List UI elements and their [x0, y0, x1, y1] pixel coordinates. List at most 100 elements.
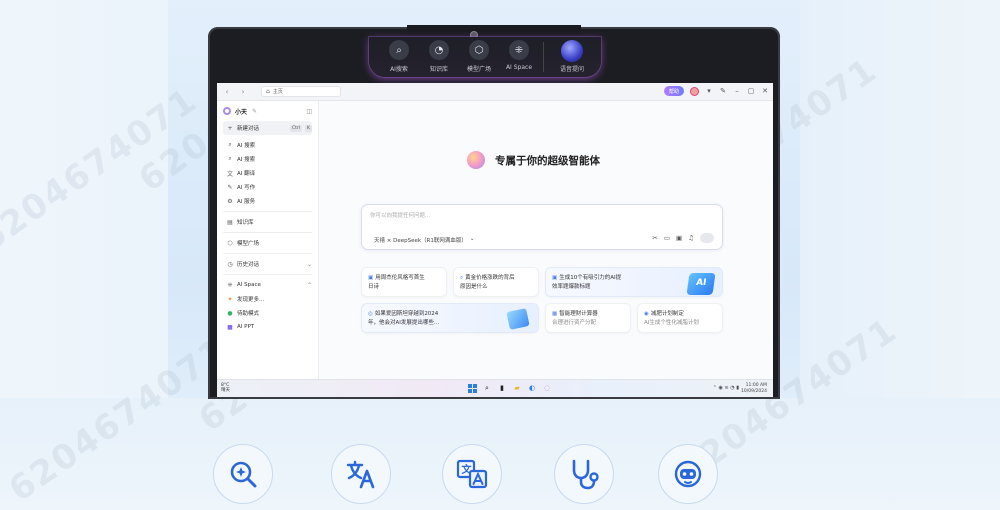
sidebar-item-model-square[interactable]: ⬡ 模型广场	[223, 236, 312, 250]
chevron-down-icon: ⌄	[306, 260, 312, 268]
chevron-down-icon[interactable]: ▾	[705, 87, 713, 95]
dynamic-separator	[543, 42, 544, 72]
dynamic-item-ai-search[interactable]: ⌕ AI搜索	[379, 40, 419, 73]
windows-taskbar: 8°C 晴天 ⌕ ▮ ▰ ◐ ◌ ⌃ ◉ ≋ ◔ ▮ 11:00 AM 10/0…	[217, 379, 773, 397]
window-titlebar: ‹ › ⌂ 主页 帮助 ▾ ✎ – ▢ ✕	[217, 83, 773, 101]
weather-widget[interactable]: 8°C 晴天	[221, 383, 230, 394]
dynamic-item-voice[interactable]: 语音提问	[550, 40, 594, 73]
sidebar: 小天 ✎ ◫ + 新建对话 Ctrl K ⌕ AI 搜索 ⌕ AI 搜索 文 A…	[217, 101, 319, 381]
avatar[interactable]	[690, 86, 699, 96]
sidebar-item-ai-write[interactable]: ✎ AI 写作	[223, 180, 312, 194]
suggestion-card-5[interactable]: ▦ 智能理财计算器 合理进行资产分配	[545, 303, 631, 333]
send-button[interactable]	[700, 233, 714, 243]
microphone-icon[interactable]: ♫	[688, 234, 694, 242]
image-icon[interactable]: ▣	[676, 234, 682, 242]
search-spark-icon: ⌕	[389, 40, 409, 60]
scissors-icon[interactable]: ✂	[652, 234, 657, 242]
sidebar-item-ai-search-1[interactable]: ⌕ AI 搜索	[223, 138, 312, 152]
edit-icon[interactable]: ✎	[252, 108, 257, 115]
forward-icon[interactable]: ›	[237, 88, 249, 96]
dynamic-ai-bar: ⌕ AI搜索 ◔ 知识库 ⬡ 模型广场 ⁜ AI Space 语音提问	[369, 37, 601, 77]
collapse-sidebar-icon[interactable]: ◫	[306, 108, 312, 115]
sidebar-divider	[223, 211, 312, 212]
sidebar-item-ai-space[interactable]: ⁜ AI Space ⌃	[223, 278, 312, 292]
suggestion-card-4[interactable]: ◎ 如果爱因斯坦穿越到2024 年，他会对AI发展提出哪些...	[361, 303, 539, 333]
dynamic-item-model-square[interactable]: ⬡ 模型广场	[459, 40, 499, 73]
sidebar-item-ai-translate[interactable]: 文 AI 翻译	[223, 166, 312, 180]
edge-browser-icon[interactable]: ◐	[527, 383, 537, 393]
feature-ai-assistant[interactable]	[658, 444, 718, 504]
pin-icon[interactable]: ✎	[719, 87, 727, 95]
robot-icon	[674, 460, 702, 488]
sidebar-divider	[223, 274, 312, 275]
help-button[interactable]: 帮助	[663, 86, 684, 96]
new-chat-button[interactable]: + 新建对话 Ctrl K	[223, 121, 312, 135]
sidebar-item-ai-service[interactable]: ⚙ AI 服务	[223, 194, 312, 208]
app-logo-icon	[223, 107, 231, 115]
minimize-icon[interactable]: –	[733, 87, 741, 95]
assistant-name: 小天	[235, 108, 248, 116]
chat-icon: ◎	[368, 311, 373, 317]
voice-orb-icon	[561, 40, 583, 62]
search-icon: ⌕	[228, 155, 232, 162]
system-tray[interactable]: ⌃ ◉ ≋ ◔ ▮	[713, 385, 739, 391]
chat-input-box[interactable]: 你可以向我提任何问题... 天禧 × DeepSeek（R1联网满血版） ⌄ ✂…	[361, 204, 723, 250]
laptop-screen: ‹ › ⌂ 主页 帮助 ▾ ✎ – ▢ ✕ 小天 ✎ ◫ + 新建对话 Ctrl…	[217, 83, 773, 397]
address-text: 主页	[272, 89, 283, 95]
search-icon[interactable]: ⌕	[482, 383, 492, 393]
suggestion-card-2[interactable]: ⌕ 黄金价格涨跌的背后 原因是什么	[453, 267, 539, 297]
sidebar-divider	[223, 232, 312, 233]
chevron-down-icon: ⌄	[469, 236, 475, 242]
assistant-orb-icon	[467, 151, 485, 169]
sidebar-item-knowledge[interactable]: ▤ 知识库	[223, 215, 312, 229]
suggestion-card-1[interactable]: ▣ 用周杰伦风格写首生 日诗	[361, 267, 447, 297]
plus-icon: +	[227, 124, 233, 132]
file-explorer-icon[interactable]: ▰	[512, 383, 522, 393]
back-icon[interactable]: ‹	[221, 88, 233, 96]
background-bottom-panel	[0, 398, 1000, 510]
book-icon: ▤	[227, 218, 233, 226]
assistant-app-icon[interactable]: ◌	[542, 383, 552, 393]
dynamic-item-ai-space[interactable]: ⁜ AI Space	[499, 40, 539, 71]
laptop-frame: ⌕ AI搜索 ◔ 知识库 ⬡ 模型广场 ⁜ AI Space 语音提问 ‹ › …	[208, 25, 780, 399]
window-controls: 帮助 ▾ ✎ – ▢ ✕	[663, 86, 769, 96]
windows-start-icon[interactable]	[467, 383, 477, 393]
search-icon: ⌕	[228, 141, 232, 148]
address-bar[interactable]: ⌂ 主页	[261, 86, 341, 97]
model-selector[interactable]: 天禧 × DeepSeek（R1联网满血版） ⌄	[374, 236, 474, 244]
input-tools: ✂ ▭ ▣ ♫	[652, 233, 714, 243]
main-content: 专属于你的超级智能体 你可以向我提任何问题... 天禧 × DeepSeek（R…	[319, 101, 773, 381]
sidebar-item-ai-search-2[interactable]: ⌕ AI 搜索	[223, 152, 312, 166]
sidebar-item-assist-mode[interactable]: ● 待助模式	[223, 306, 312, 320]
feature-translate[interactable]	[331, 444, 391, 504]
shortcut-key: Ctrl	[290, 124, 303, 132]
clock[interactable]: 11:00 AM 10/09/2024	[741, 383, 767, 395]
translate-icon	[346, 460, 375, 489]
sidebar-item-discover[interactable]: ✦ 发现更多...	[223, 292, 312, 306]
cube-icon: ⬡	[227, 239, 233, 247]
search-icon: ⌕	[460, 275, 464, 281]
folder-icon[interactable]: ▭	[664, 234, 670, 242]
shortcut-key: K	[305, 124, 312, 132]
feature-ai-search[interactable]	[213, 444, 273, 504]
home-icon: ⌂	[266, 88, 270, 95]
sidebar-item-ai-ppt[interactable]: ■ AI PPT	[223, 320, 312, 334]
dynamic-item-knowledge[interactable]: ◔ 知识库	[419, 40, 459, 73]
search-spark-icon	[230, 461, 257, 488]
task-view-icon[interactable]: ▮	[497, 383, 507, 393]
suggestion-card-6[interactable]: ◉ 减肥计划制定 AI生成个性化减脂计划	[637, 303, 723, 333]
suggestion-card-3[interactable]: ▣ 生成10个有吸引力的AI提 效率题爆款标题 AI	[545, 267, 723, 297]
stethoscope-icon	[572, 459, 599, 490]
chat-input-placeholder[interactable]: 你可以向我提任何问题...	[370, 211, 430, 219]
sidebar-header: 小天 ✎ ◫	[223, 105, 312, 117]
sidebar-item-history[interactable]: ◷ 历史对话 ⌄	[223, 257, 312, 271]
assist-icon: ●	[227, 309, 233, 317]
close-icon[interactable]: ✕	[761, 87, 769, 95]
apps-icon: ⁜	[509, 40, 529, 60]
maximize-icon[interactable]: ▢	[747, 87, 755, 95]
feature-image-translate[interactable]: 文	[442, 444, 502, 504]
clock-icon: ◷	[227, 260, 233, 268]
translate-icon: 文	[226, 170, 233, 178]
feature-health[interactable]	[554, 444, 614, 504]
calculator-icon: ▦	[552, 311, 558, 317]
